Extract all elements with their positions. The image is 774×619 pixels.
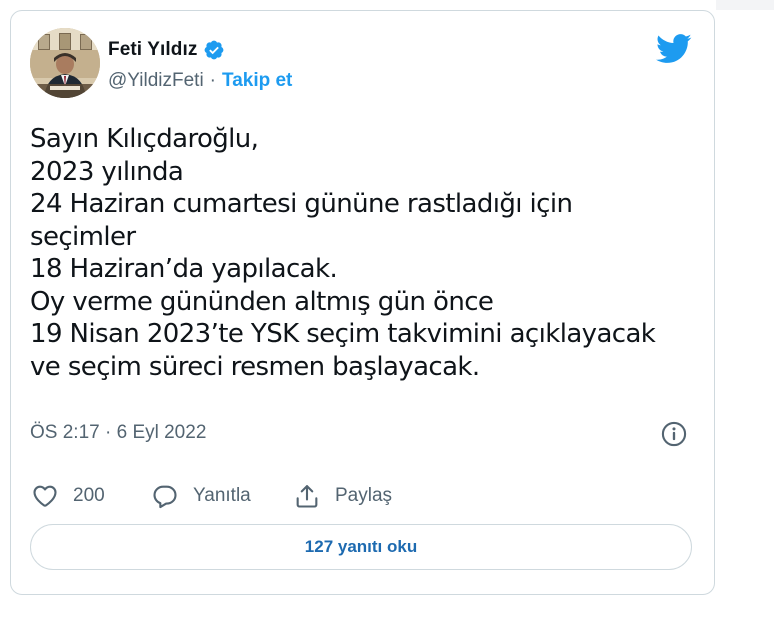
twitter-bird-icon[interactable] [656, 34, 692, 64]
reply-label: Yanıtla [193, 485, 251, 506]
like-count: 200 [73, 485, 105, 506]
action-bar: 200 Yanıtla Paylaş [31, 481, 392, 511]
share-button[interactable]: Paylaş [293, 482, 392, 510]
separator-dot: · [209, 70, 216, 91]
share-icon [296, 485, 318, 508]
tweet-card: Feti Yıldız @YildizFeti · Takip et Sayın… [10, 10, 715, 595]
background-strip [716, 0, 774, 10]
page: Feti Yıldız @YildizFeti · Takip et Sayın… [0, 0, 774, 619]
verified-badge-icon [203, 39, 225, 61]
author-name-row: Feti Yıldız [108, 38, 225, 62]
reply-button[interactable]: Yanıtla [151, 482, 293, 510]
read-replies-button[interactable]: 127 yanıtı oku [30, 524, 692, 570]
info-icon[interactable] [660, 420, 688, 448]
share-label: Paylaş [335, 485, 393, 506]
author-name[interactable]: Feti Yıldız [108, 39, 197, 61]
tweet-text: Sayın Kılıçdaroğlu, 2023 yılında 24 Hazi… [30, 124, 656, 382]
avatar-photo [30, 28, 100, 98]
like-button[interactable]: 200 [31, 482, 151, 510]
speech-bubble-icon [153, 485, 177, 509]
follow-button[interactable]: Takip et [222, 70, 292, 92]
tweet-timestamp[interactable]: ÖS 2:17 · 6 Eyl 2022 [30, 421, 206, 445]
author-handle[interactable]: @YildizFeti [108, 70, 204, 92]
avatar[interactable] [30, 28, 100, 98]
heart-icon [33, 485, 57, 507]
handle-row: @YildizFeti · Takip et [108, 69, 292, 93]
